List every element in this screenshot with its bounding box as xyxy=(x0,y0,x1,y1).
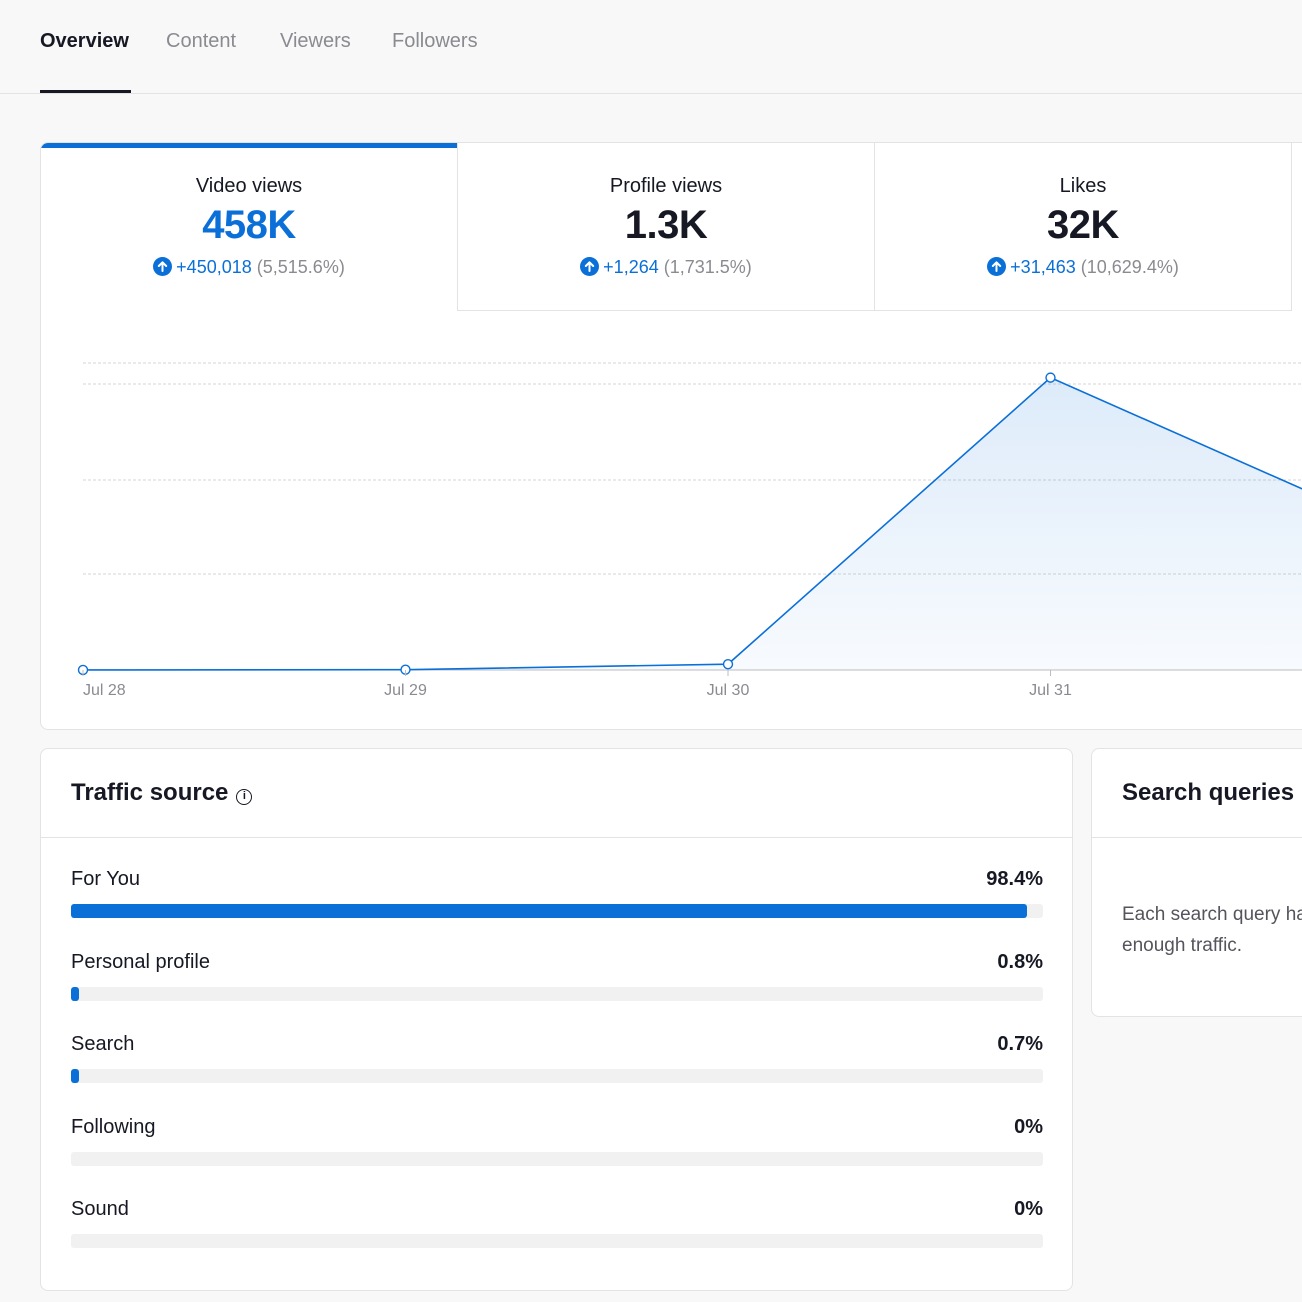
source-percent: 0.8% xyxy=(997,951,1043,973)
metric-label: Video views xyxy=(195,175,303,197)
card-header: Traffic source i xyxy=(41,749,1072,838)
metric-profile-views[interactable]: Profile views 1.3K +1,264 (1,731.5%) xyxy=(458,143,875,311)
search-queries-title: Search queries xyxy=(1122,779,1295,806)
chart-x-tick-label: Jul 28 xyxy=(83,682,126,699)
tab-overview[interactable]: Overview xyxy=(40,30,129,53)
source-name: For You xyxy=(71,868,140,890)
card-title: Traffic source i xyxy=(71,779,253,807)
metric-video-views[interactable]: Video views 458K +450,018 (5,515.6%) xyxy=(41,143,458,311)
traffic-source-title: Traffic source xyxy=(71,779,229,806)
active-metric-indicator xyxy=(41,143,457,148)
chart-x-tick-label: Jul 31 xyxy=(1029,682,1072,699)
metric-delta-pct: (1,731.5%) xyxy=(663,257,752,277)
card-title: Search queriesi xyxy=(1122,779,1302,807)
info-icon[interactable]: i xyxy=(236,789,253,805)
metric-value: 1.3K xyxy=(624,203,708,247)
traffic-source-card: Traffic source i For You 98.4% Personal p… xyxy=(40,748,1073,1291)
source-percent: 98.4% xyxy=(986,868,1043,890)
source-name: Following xyxy=(71,1116,156,1138)
source-name: Sound xyxy=(71,1198,129,1220)
analytics-tabs: Overview Content Viewers Followers xyxy=(0,0,1302,94)
metric-delta: +1,264 (1,731.5%) xyxy=(458,257,874,278)
metric-label: Likes xyxy=(1059,175,1107,197)
source-bar-fill xyxy=(71,904,1028,918)
tab-followers[interactable]: Followers xyxy=(392,30,478,53)
source-bar-fill xyxy=(71,1069,79,1083)
traffic-row-search: Search 0.7% xyxy=(71,1033,1043,1093)
source-name: Personal profile xyxy=(71,951,210,973)
overview-card: Jul 28Jul 29Jul 30Jul 31Aug 1 Video view… xyxy=(40,142,1302,730)
metric-delta-pct: (5,515.6%) xyxy=(256,257,345,277)
source-bar-fill xyxy=(71,987,79,1001)
chart-x-tick-label: Jul 29 xyxy=(384,682,427,699)
metric-delta-abs: +31,463 xyxy=(1010,257,1076,277)
active-tab-indicator xyxy=(40,90,131,93)
source-bar-track xyxy=(71,1234,1043,1248)
metric-value: 32K xyxy=(1047,203,1119,247)
chart-area xyxy=(83,377,1302,670)
arrow-up-icon xyxy=(580,257,600,276)
tab-viewers[interactable]: Viewers xyxy=(280,30,351,53)
source-percent: 0% xyxy=(1014,1116,1043,1138)
chart-x-tick-label: Jul 30 xyxy=(707,682,750,699)
traffic-row-sound: Sound 0% xyxy=(71,1198,1043,1258)
metric-likes[interactable]: Likes 32K +31,463 (10,629.4%) xyxy=(875,143,1292,311)
tab-content[interactable]: Content xyxy=(166,30,236,53)
metric-label: Profile views xyxy=(609,175,723,197)
metric-delta-abs: +1,264 xyxy=(603,257,659,277)
source-percent: 0% xyxy=(1014,1198,1043,1220)
arrow-up-icon xyxy=(153,257,173,276)
metric-delta: +31,463 (10,629.4%) xyxy=(875,257,1291,278)
source-bar-track xyxy=(71,1152,1043,1166)
metric-delta-pct: (10,629.4%) xyxy=(1080,257,1179,277)
traffic-row-personal-profile: Personal profile 0.8% xyxy=(71,951,1043,1011)
source-bar-track xyxy=(71,904,1043,918)
metric-delta: +450,018 (5,515.6%) xyxy=(41,257,457,278)
traffic-row-for-you: For You 98.4% xyxy=(71,868,1043,928)
source-name: Search xyxy=(71,1033,135,1055)
search-queries-note: Each search query has enough traffic. xyxy=(1122,904,1302,956)
chart-point[interactable] xyxy=(1045,372,1056,383)
source-bar-track xyxy=(71,987,1043,1001)
metric-delta-abs: +450,018 xyxy=(176,257,252,277)
metric-value: 458K xyxy=(202,203,296,247)
traffic-row-following: Following 0% xyxy=(71,1116,1043,1176)
chart-point[interactable] xyxy=(722,658,734,670)
search-queries-card: Search queriesi Each search query has en… xyxy=(1091,748,1302,1017)
card-header: Search queriesi xyxy=(1092,749,1302,838)
arrow-up-icon xyxy=(987,257,1007,276)
source-percent: 0.7% xyxy=(997,1033,1043,1055)
source-bar-track xyxy=(71,1069,1043,1083)
